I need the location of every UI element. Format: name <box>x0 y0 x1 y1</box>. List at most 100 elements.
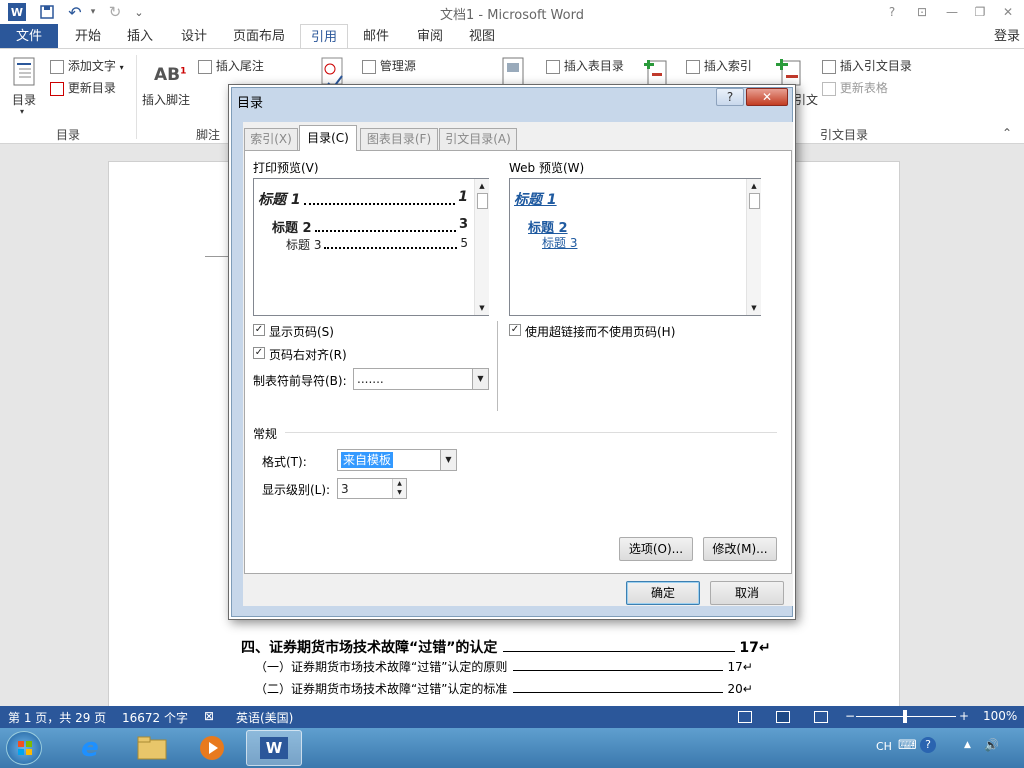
word-taskbar-icon[interactable]: W <box>246 730 302 766</box>
insert-endnote-button[interactable]: 插入尾注 <box>198 57 264 74</box>
help-button[interactable]: ? <box>878 2 906 22</box>
column-divider <box>497 321 498 411</box>
tab-table-of-authorities[interactable]: 引文目录(A) <box>439 128 517 150</box>
tray-arrow-icon[interactable]: ▲ <box>964 740 971 750</box>
zoom-out-button[interactable]: − <box>845 709 855 723</box>
language-indicator[interactable]: 英语(美国) <box>236 709 293 726</box>
toc-line-1[interactable]: 四、证券期货市场技术故障“过错”的认定 17↵ <box>241 637 771 657</box>
show-page-numbers-checkbox[interactable]: ✓ <box>253 324 265 336</box>
mark-citation-button[interactable]: 引文 <box>794 91 818 108</box>
customize-qat-icon[interactable]: ⌄ <box>130 3 148 21</box>
ok-button[interactable]: 确定 <box>626 581 700 605</box>
manage-sources-button[interactable]: 管理源 <box>362 57 416 74</box>
signin-link[interactable]: 登录 <box>990 24 1024 49</box>
toc-icon[interactable] <box>12 57 36 87</box>
insert-index-button[interactable]: 插入索引 <box>686 57 752 74</box>
minimize-button[interactable]: — <box>938 2 966 22</box>
media-player-icon[interactable] <box>184 730 240 766</box>
help-tray-icon[interactable]: ? <box>920 737 936 753</box>
tab-review[interactable]: 审阅 <box>408 24 452 49</box>
spinner-arrows-icon[interactable]: ▲ ▼ <box>392 479 406 498</box>
preview-heading-3: 标题 3 5 <box>286 236 468 252</box>
use-hyperlinks-checkbox[interactable]: ✓ <box>509 324 521 336</box>
tab-layout[interactable]: 页面布局 <box>226 24 292 49</box>
modify-button[interactable]: 修改(M)... <box>703 537 777 561</box>
dialog-frame: 目录 ? ✕ 索引(X) 目录(C) 图表目录(F) 引文目录(A) 打印预览(… <box>231 87 793 617</box>
tab-references[interactable]: 引用 <box>300 24 348 49</box>
tab-file[interactable]: 文件 <box>0 24 58 49</box>
save-icon[interactable] <box>38 3 56 21</box>
page-count[interactable]: 第 1 页，共 29 页 <box>8 709 106 726</box>
cancel-button[interactable]: 取消 <box>710 581 784 605</box>
tab-toc[interactable]: 目录(C) <box>299 125 357 151</box>
dot-leader <box>314 217 456 232</box>
keyboard-icon[interactable]: ⌨ <box>898 738 917 753</box>
tab-table-of-figures[interactable]: 图表目录(F) <box>360 128 438 150</box>
manage-sources-icon <box>362 59 376 74</box>
table-of-figures-icon <box>546 59 560 74</box>
redo-icon[interactable]: ↻ <box>106 3 124 21</box>
proofing-icon[interactable]: ⊠ <box>204 709 214 723</box>
word-count[interactable]: 16672 个字 <box>122 709 188 726</box>
general-divider <box>285 432 777 433</box>
toc-line-3[interactable]: （二）证券期货市场技术故障“过错”认定的标准 20↵ <box>255 680 753 697</box>
zoom-level[interactable]: 100% <box>983 709 1017 723</box>
collapse-ribbon-icon[interactable]: ⌃ <box>1002 126 1012 140</box>
tab-insert[interactable]: 插入 <box>118 24 162 49</box>
start-button[interactable] <box>6 731 42 765</box>
web-heading-3: 标题 3 <box>542 236 578 250</box>
chevron-down-icon[interactable]: ▼ <box>472 369 488 389</box>
chevron-down-icon[interactable]: ▼ <box>440 450 456 470</box>
insert-table-of-figures-button[interactable]: 插入表目录 <box>546 57 624 74</box>
insert-footnote-button[interactable]: 插入脚注 <box>142 91 190 108</box>
tab-mailings[interactable]: 邮件 <box>354 24 398 49</box>
update-toc-button[interactable]: 更新目录 <box>50 79 116 96</box>
read-mode-icon[interactable] <box>738 711 752 723</box>
group-label-toc: 目录 <box>56 128 81 142</box>
format-select[interactable]: 来自模板 ▼ <box>337 449 457 471</box>
zoom-slider-thumb[interactable] <box>903 710 907 723</box>
web-layout-icon[interactable] <box>814 711 828 723</box>
toc-button[interactable]: 目录 <box>12 91 36 108</box>
undo-dropdown-icon[interactable]: ▾ <box>84 3 102 21</box>
undo-icon[interactable]: ↶ <box>66 3 84 22</box>
show-page-numbers-label[interactable]: 显示页码(S) <box>269 323 334 340</box>
tab-leader-select[interactable]: ....... ▼ <box>353 368 489 390</box>
web-preview-scrollbar[interactable]: ▲ ▼ <box>746 179 761 315</box>
toc-dropdown-icon[interactable]: ▾ <box>20 107 24 116</box>
maximize-button[interactable]: ❐ <box>966 2 994 22</box>
dialog-close-button[interactable]: ✕ <box>746 88 788 106</box>
mark-citation-icon[interactable] <box>776 55 804 87</box>
volume-icon[interactable]: 🔊 <box>984 738 999 752</box>
web-preview-box[interactable]: 标题 1 标题 2 标题 3 ▲ ▼ <box>509 178 761 316</box>
add-text-button[interactable]: 添加文字 ▾ <box>50 57 124 74</box>
group-label-toa: 引文目录 <box>820 128 869 142</box>
tab-view[interactable]: 视图 <box>460 24 504 49</box>
explorer-icon[interactable] <box>124 730 180 766</box>
tab-index[interactable]: 索引(X) <box>244 128 298 150</box>
zoom-in-button[interactable]: + <box>959 709 969 723</box>
tab-design[interactable]: 设计 <box>172 24 216 49</box>
insert-footnote-icon[interactable]: AB1 <box>154 65 186 85</box>
print-layout-icon[interactable] <box>776 711 790 723</box>
tab-home[interactable]: 开始 <box>66 24 110 49</box>
toc-line-2[interactable]: （一）证券期货市场技术故障“过错”认定的原则 17↵ <box>255 658 753 675</box>
print-preview-scrollbar[interactable]: ▲ ▼ <box>474 179 489 315</box>
mark-entry-icon[interactable] <box>644 55 670 87</box>
right-align-label[interactable]: 页码右对齐(R) <box>269 346 347 363</box>
insert-caption-icon[interactable] <box>502 57 524 87</box>
right-align-checkbox[interactable]: ✓ <box>253 347 265 359</box>
ribbon-display-button[interactable]: ⊡ <box>908 2 936 22</box>
use-hyperlinks-label[interactable]: 使用超链接而不使用页码(H) <box>525 323 675 340</box>
print-preview-box[interactable]: 标题 1 1 标题 2 3 标题 3 5 ▲ ▼ <box>253 178 489 316</box>
levels-spinner[interactable]: 3 ▲ ▼ <box>337 478 407 499</box>
update-table-button[interactable]: 更新表格 <box>822 79 888 96</box>
update-toc-icon <box>50 81 64 96</box>
word-logo-icon[interactable]: W <box>8 3 26 21</box>
input-language[interactable]: CH <box>876 740 892 753</box>
dialog-help-button[interactable]: ? <box>716 88 744 106</box>
options-button[interactable]: 选项(O)... <box>619 537 693 561</box>
insert-toa-button[interactable]: 插入引文目录 <box>822 57 912 74</box>
close-button[interactable]: ✕ <box>994 2 1022 22</box>
ie-icon[interactable]: e <box>62 730 118 766</box>
